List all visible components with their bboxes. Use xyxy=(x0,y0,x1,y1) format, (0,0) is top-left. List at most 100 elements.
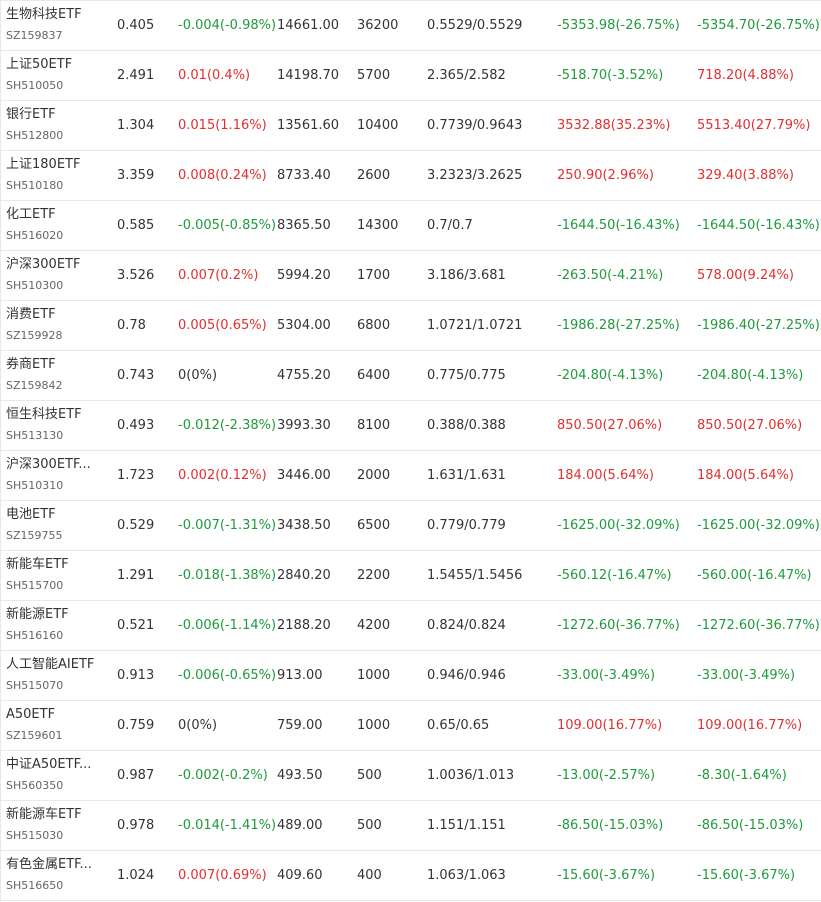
price-change: 0.005(0.65%) xyxy=(178,318,267,333)
current-price: 1.291 xyxy=(117,568,155,583)
price-change: 0.008(0.24%) xyxy=(178,168,267,183)
fund-name[interactable]: 新能源车ETF xyxy=(6,807,82,823)
current-price: 3.359 xyxy=(117,168,155,183)
fund-name[interactable]: 沪深300ETF... xyxy=(6,457,91,473)
holding-profit: -560.12(-16.47%) xyxy=(557,568,672,583)
current-price: 0.585 xyxy=(117,218,155,233)
holding-profit: 109.00(16.77%) xyxy=(557,718,663,733)
current-price: 0.987 xyxy=(117,768,155,783)
fund-name[interactable]: 生物科技ETF xyxy=(6,7,82,23)
fund-name[interactable]: 银行ETF xyxy=(6,107,56,123)
price-change: 0.002(0.12%) xyxy=(178,468,267,483)
total-profit: -204.80(-4.13%) xyxy=(697,368,804,383)
current-price: 0.521 xyxy=(117,618,155,633)
fund-code: SZ159928 xyxy=(6,329,63,342)
table-row[interactable]: 上证180ETF SH510180 3.359 0.008(0.24%) 8733.40… xyxy=(1,151,821,201)
fund-cell: 新能源车ETF SH515030 xyxy=(6,801,106,850)
cost-price: 3.186/3.681 xyxy=(427,268,506,283)
total-profit: -15.60(-3.67%) xyxy=(697,868,796,883)
table-row[interactable]: 生物科技ETF SZ159837 0.405 -0.004(-0.98%) 14661.… xyxy=(1,0,821,51)
table-row[interactable]: 新能源ETF SH516160 0.521 -0.006(-1.14%) 2188.20… xyxy=(1,601,821,651)
market-value: 2188.20 xyxy=(277,618,331,633)
cost-price: 1.151/1.151 xyxy=(427,818,506,833)
current-price: 3.526 xyxy=(117,268,155,283)
total-profit: -33.00(-3.49%) xyxy=(697,668,796,683)
fund-name[interactable]: 恒生科技ETF xyxy=(6,407,82,423)
table-row[interactable]: 恒生科技ETF SH513130 0.493 -0.012(-2.38%) 3993.3… xyxy=(1,401,821,451)
market-value: 5304.00 xyxy=(277,318,331,333)
share-count: 2000 xyxy=(357,468,391,483)
total-profit: 5513.40(27.79%) xyxy=(697,118,811,133)
table-row[interactable]: 新能源车ETF SH515030 0.978 -0.014(-1.41%) 489.00… xyxy=(1,801,821,851)
fund-name[interactable]: 化工ETF xyxy=(6,207,56,223)
cost-price: 0.5529/0.5529 xyxy=(427,18,523,33)
share-count: 500 xyxy=(357,768,382,783)
fund-name[interactable]: 新能源ETF xyxy=(6,607,69,623)
holding-profit: 184.00(5.64%) xyxy=(557,468,654,483)
table-row[interactable]: 电池ETF SZ159755 0.529 -0.007(-1.31%) 3438.50 6… xyxy=(1,501,821,551)
market-value: 2840.20 xyxy=(277,568,331,583)
current-price: 0.913 xyxy=(117,668,155,683)
fund-name[interactable]: 上证50ETF xyxy=(6,57,72,73)
fund-cell: 券商ETF SZ159842 xyxy=(6,351,106,400)
fund-code: SH513130 xyxy=(6,429,64,442)
price-change: 0.007(0.69%) xyxy=(178,868,267,883)
price-change: -0.006(-1.14%) xyxy=(178,618,277,633)
table-row[interactable]: 中证A50ETF... SH560350 0.987 -0.002(-0.2%) 493… xyxy=(1,751,821,801)
cost-price: 3.2323/3.2625 xyxy=(427,168,523,183)
holdings-table: 生物科技ETF SZ159837 0.405 -0.004(-0.98%) 14661.… xyxy=(0,0,821,901)
holding-profit: 850.50(27.06%) xyxy=(557,418,663,433)
share-count: 5700 xyxy=(357,68,391,83)
table-row[interactable]: 人工智能AIETF SH515070 0.913 -0.006(-0.65%) 913.… xyxy=(1,651,821,701)
fund-cell: 沪深300ETF SH510300 xyxy=(6,251,106,300)
table-row[interactable]: A50ETF SZ159601 0.759 0(0%) 759.00 1000 0.65/0… xyxy=(1,701,821,751)
current-price: 0.759 xyxy=(117,718,155,733)
cost-price: 0.7739/0.9643 xyxy=(427,118,523,133)
market-value: 493.50 xyxy=(277,768,323,783)
holding-profit: -1272.60(-36.77%) xyxy=(557,618,680,633)
share-count: 10400 xyxy=(357,118,399,133)
current-price: 0.78 xyxy=(117,318,146,333)
cost-price: 1.0721/1.0721 xyxy=(427,318,523,333)
cost-price: 0.65/0.65 xyxy=(427,718,490,733)
price-change: -0.018(-1.38%) xyxy=(178,568,277,583)
table-row[interactable]: 有色金属ETF... SH516650 1.024 0.007(0.69%) 409.6… xyxy=(1,851,821,901)
table-row[interactable]: 消费ETF SZ159928 0.78 0.005(0.65%) 5304.00 6800… xyxy=(1,301,821,351)
market-value: 3438.50 xyxy=(277,518,331,533)
table-row[interactable]: 沪深300ETF... SH510310 1.723 0.002(0.12%) 3446… xyxy=(1,451,821,501)
cost-price: 0.824/0.824 xyxy=(427,618,506,633)
holding-profit: -13.00(-2.57%) xyxy=(557,768,656,783)
fund-name[interactable]: 有色金属ETF... xyxy=(6,857,92,873)
cost-price: 0.775/0.775 xyxy=(427,368,506,383)
table-row[interactable]: 券商ETF SZ159842 0.743 0(0%) 4755.20 6400 0.775/… xyxy=(1,351,821,401)
total-profit: -1986.40(-27.25%) xyxy=(697,318,820,333)
fund-code: SZ159601 xyxy=(6,729,63,742)
table-row[interactable]: 沪深300ETF SH510300 3.526 0.007(0.2%) 5994.20 1… xyxy=(1,251,821,301)
fund-code: SH516160 xyxy=(6,629,64,642)
fund-code: SZ159842 xyxy=(6,379,63,392)
fund-name[interactable]: 沪深300ETF xyxy=(6,257,80,273)
current-price: 0.529 xyxy=(117,518,155,533)
table-row[interactable]: 上证50ETF SH510050 2.491 0.01(0.4%) 14198.70 57… xyxy=(1,51,821,101)
current-price: 1.304 xyxy=(117,118,155,133)
fund-code: SZ159755 xyxy=(6,529,63,542)
table-row[interactable]: 银行ETF SH512800 1.304 0.015(1.16%) 13561.60 10… xyxy=(1,101,821,151)
fund-name[interactable]: 中证A50ETF... xyxy=(6,757,91,773)
fund-cell: 人工智能AIETF SH515070 xyxy=(6,651,106,700)
table-row[interactable]: 化工ETF SH516020 0.585 -0.005(-0.85%) 8365.50 1… xyxy=(1,201,821,251)
price-change: 0(0%) xyxy=(178,718,218,733)
share-count: 400 xyxy=(357,868,382,883)
table-row[interactable]: 新能车ETF SH515700 1.291 -0.018(-1.38%) 2840.20… xyxy=(1,551,821,601)
market-value: 8365.50 xyxy=(277,218,331,233)
price-change: -0.007(-1.31%) xyxy=(178,518,277,533)
fund-name[interactable]: 新能车ETF xyxy=(6,557,69,573)
total-profit: -86.50(-15.03%) xyxy=(697,818,804,833)
fund-name[interactable]: 券商ETF xyxy=(6,357,56,373)
fund-name[interactable]: 人工智能AIETF xyxy=(6,657,94,673)
market-value: 913.00 xyxy=(277,668,323,683)
fund-name[interactable]: A50ETF xyxy=(6,707,55,723)
cost-price: 0.388/0.388 xyxy=(427,418,506,433)
fund-name[interactable]: 上证180ETF xyxy=(6,157,80,173)
fund-name[interactable]: 电池ETF xyxy=(6,507,56,523)
fund-name[interactable]: 消费ETF xyxy=(6,307,56,323)
